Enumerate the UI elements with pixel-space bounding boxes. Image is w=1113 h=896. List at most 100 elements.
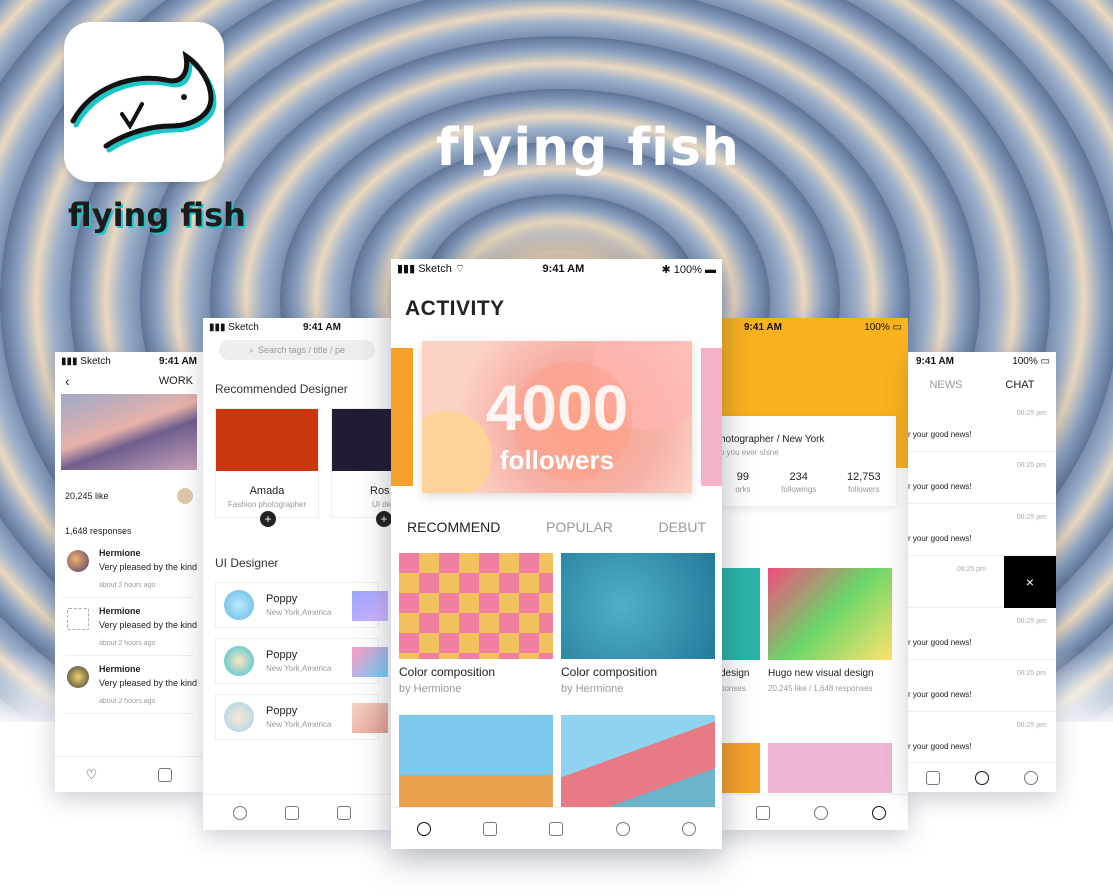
comment-author: Hermione: [99, 606, 141, 616]
work-title: design: [720, 668, 750, 679]
battery-indicator: ✱ 100% ▬: [661, 263, 716, 276]
clock: 9:41 AM: [744, 321, 782, 333]
comment-icon[interactable]: [158, 767, 173, 782]
comment-time: about 2 hours ago: [99, 582, 156, 589]
tab-chat[interactable]: CHAT: [1005, 379, 1034, 391]
bell-icon[interactable]: [974, 770, 989, 785]
work-image: [720, 568, 760, 660]
followers-banner[interactable]: 4000 followers: [422, 341, 692, 493]
list-item[interactable]: r your good news! 06:25 pm: [908, 452, 1056, 504]
work-title: Color composition: [561, 665, 658, 679]
tab-news[interactable]: NEWS: [929, 379, 962, 391]
app-icon: [64, 22, 224, 182]
list-item[interactable]: r your good news! 06:25 pm: [908, 608, 1056, 660]
comment-author: Hermione: [99, 548, 141, 558]
work-card[interactable]: design ponses: [720, 568, 760, 693]
banner-number: 4000: [485, 372, 629, 444]
clock: 9:41 AM: [542, 263, 585, 275]
designer-role: Fashion photographer: [227, 500, 307, 509]
tab-bar: [391, 807, 722, 849]
list-item[interactable]: Poppy New York,America: [215, 582, 388, 628]
grid-icon[interactable]: [285, 805, 299, 820]
status-bar: 9:41 AM 100% ▭: [720, 318, 908, 336]
delete-button[interactable]: ×: [1004, 556, 1056, 608]
comment-text: Very pleased by the kind: [99, 562, 198, 572]
bell-icon[interactable]: [814, 805, 828, 820]
comment-text: Very pleased by the kind: [99, 620, 198, 630]
work-thumbnail: [352, 703, 388, 733]
search-input[interactable]: ⌕ Search tags / title / pe: [219, 340, 375, 360]
carousel-next-card[interactable]: [701, 348, 722, 486]
clock: 9:41 AM: [159, 355, 197, 367]
profile-subtitle: o you ever shine: [720, 448, 779, 457]
stat-followers[interactable]: 12,753 followers: [847, 471, 881, 494]
camera-icon[interactable]: [337, 805, 351, 820]
work-card[interactable]: Color composition by Hermione: [399, 553, 553, 695]
page-title: WORK: [158, 375, 193, 387]
clock: 9:41 AM: [302, 321, 341, 333]
work-meta: 20,245 like / 1,648 responses: [768, 684, 873, 693]
designer-name: Poppy: [266, 705, 298, 717]
list-item[interactable]: Poppy New York,America: [215, 694, 388, 740]
comment-author: Hermione: [99, 664, 141, 674]
work-image[interactable]: [561, 715, 715, 815]
follow-button[interactable]: +: [376, 511, 391, 527]
work-image: [399, 553, 553, 659]
work-card[interactable]: Hugo new visual design 20,245 like / 1,6…: [768, 568, 892, 693]
comment-text: Very pleased by the kind: [99, 678, 198, 688]
tab-bar: [908, 762, 1056, 792]
designer-cover: [332, 409, 391, 471]
follow-button[interactable]: +: [260, 511, 276, 527]
carousel-prev-card[interactable]: [391, 348, 413, 486]
profile-title: hotographer / New York: [720, 434, 825, 445]
discover-icon[interactable]: [233, 805, 247, 820]
camera-icon[interactable]: [925, 770, 940, 785]
avatar: [224, 646, 254, 676]
carrier-label: ▮▮▮ Sketch ⌔: [397, 263, 466, 275]
battery-indicator: 100% ▭: [864, 321, 902, 333]
profile-icon[interactable]: [1024, 770, 1039, 785]
work-thumbnail: [352, 647, 388, 677]
designer-card[interactable]: Ros UI desig +: [331, 408, 391, 527]
work-image[interactable]: [399, 715, 553, 815]
list-item[interactable]: r your good news! 06:25 pm: [908, 400, 1056, 452]
list-item[interactable]: r your good news! 06:25 pm: [908, 660, 1056, 712]
work-card[interactable]: Color composition by Hermione: [561, 553, 715, 695]
tab-recommend[interactable]: RECOMMEND: [407, 519, 500, 535]
back-arrow-icon[interactable]: ‹: [65, 373, 70, 389]
avatar: [67, 550, 89, 572]
tab-popular[interactable]: POPULAR: [546, 519, 613, 535]
profile-icon[interactable]: [872, 805, 886, 820]
list-item[interactable]: Poppy New York,America: [215, 638, 388, 684]
list-item[interactable]: r your good news! 06:25 pm: [908, 504, 1056, 556]
designer-name: Amada: [249, 485, 285, 497]
activity-screen: ▮▮▮ Sketch ⌔ 9:41 AM ✱ 100% ▬ ACTIVITY 4…: [391, 259, 722, 849]
list-item[interactable]: r your good news! 06:25 pm: [908, 712, 1056, 764]
list-item: Hermione Very pleased by the kind about …: [65, 540, 198, 598]
tab-bar: [720, 794, 908, 830]
discover-icon[interactable]: [417, 821, 432, 836]
tab-debut[interactable]: DEBUT: [659, 519, 706, 535]
section-heading: Recommended Designer: [215, 382, 348, 396]
heart-icon[interactable]: ♡: [86, 767, 98, 783]
profile-card: hotographer / New York o you ever shine …: [720, 416, 896, 506]
stat-followings[interactable]: 234 followings: [781, 471, 816, 494]
camera-icon[interactable]: [756, 805, 770, 820]
avatar: [177, 488, 193, 504]
designer-card[interactable]: Amada Fashion photographer +: [215, 408, 319, 527]
profile-icon[interactable]: [681, 821, 696, 836]
fish-logo-icon: [70, 50, 217, 153]
list-item: Hermione Very pleased by the kind about …: [65, 598, 198, 656]
bell-icon[interactable]: [615, 821, 630, 836]
work-title: Hugo new visual design: [768, 668, 874, 679]
search-icon: ⌕: [248, 344, 254, 355]
designer-location: New York,America: [266, 608, 332, 617]
stat-works[interactable]: 99 orks: [735, 471, 750, 494]
camera-icon[interactable]: [549, 821, 564, 836]
designer-location: New York,America: [266, 664, 332, 673]
tab-bar: [203, 794, 391, 830]
list-item[interactable]: 06:25 pm ×: [908, 556, 1056, 608]
comment-time: about 2 hours ago: [99, 640, 156, 647]
grid-icon[interactable]: [483, 821, 498, 836]
battery-indicator: 100% ▭: [1012, 355, 1050, 367]
